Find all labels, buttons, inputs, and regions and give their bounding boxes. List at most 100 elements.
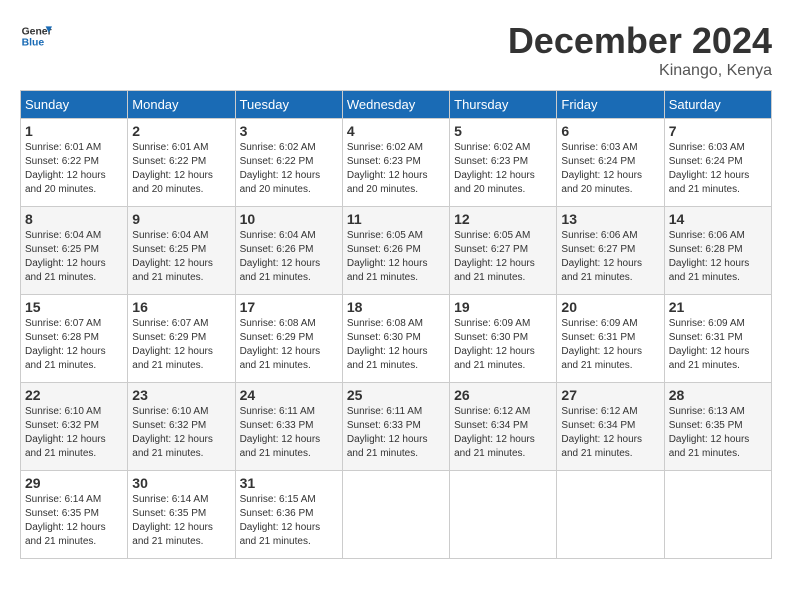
day-number: 14 xyxy=(669,211,767,227)
day-number: 19 xyxy=(454,299,552,315)
day-info: Sunrise: 6:04 AM Sunset: 6:26 PM Dayligh… xyxy=(240,229,338,285)
title-section: December 2024 Kinango, Kenya xyxy=(508,20,772,80)
day-of-week-header: Thursday xyxy=(450,91,557,119)
calendar-day-cell: 1 Sunrise: 6:01 AM Sunset: 6:22 PM Dayli… xyxy=(21,119,128,207)
calendar-day-cell xyxy=(342,471,449,559)
day-number: 6 xyxy=(561,123,659,139)
day-number: 1 xyxy=(25,123,123,139)
calendar-day-cell xyxy=(664,471,771,559)
day-number: 16 xyxy=(132,299,230,315)
day-info: Sunrise: 6:14 AM Sunset: 6:35 PM Dayligh… xyxy=(132,493,230,549)
day-number: 21 xyxy=(669,299,767,315)
day-info: Sunrise: 6:13 AM Sunset: 6:35 PM Dayligh… xyxy=(669,405,767,461)
day-info: Sunrise: 6:07 AM Sunset: 6:28 PM Dayligh… xyxy=(25,317,123,373)
calendar-day-cell: 26 Sunrise: 6:12 AM Sunset: 6:34 PM Dayl… xyxy=(450,383,557,471)
day-info: Sunrise: 6:09 AM Sunset: 6:31 PM Dayligh… xyxy=(561,317,659,373)
day-info: Sunrise: 6:11 AM Sunset: 6:33 PM Dayligh… xyxy=(347,405,445,461)
calendar-day-cell: 14 Sunrise: 6:06 AM Sunset: 6:28 PM Dayl… xyxy=(664,207,771,295)
day-number: 2 xyxy=(132,123,230,139)
day-number: 28 xyxy=(669,387,767,403)
calendar-day-cell: 27 Sunrise: 6:12 AM Sunset: 6:34 PM Dayl… xyxy=(557,383,664,471)
day-info: Sunrise: 6:01 AM Sunset: 6:22 PM Dayligh… xyxy=(132,141,230,197)
calendar-week-row: 22 Sunrise: 6:10 AM Sunset: 6:32 PM Dayl… xyxy=(21,383,772,471)
calendar-day-cell: 20 Sunrise: 6:09 AM Sunset: 6:31 PM Dayl… xyxy=(557,295,664,383)
day-number: 18 xyxy=(347,299,445,315)
calendar-week-row: 29 Sunrise: 6:14 AM Sunset: 6:35 PM Dayl… xyxy=(21,471,772,559)
day-of-week-header: Monday xyxy=(128,91,235,119)
day-info: Sunrise: 6:12 AM Sunset: 6:34 PM Dayligh… xyxy=(561,405,659,461)
day-number: 11 xyxy=(347,211,445,227)
calendar-day-cell: 17 Sunrise: 6:08 AM Sunset: 6:29 PM Dayl… xyxy=(235,295,342,383)
calendar-day-cell: 9 Sunrise: 6:04 AM Sunset: 6:25 PM Dayli… xyxy=(128,207,235,295)
calendar-day-cell: 10 Sunrise: 6:04 AM Sunset: 6:26 PM Dayl… xyxy=(235,207,342,295)
calendar-table: SundayMondayTuesdayWednesdayThursdayFrid… xyxy=(20,90,772,559)
day-info: Sunrise: 6:04 AM Sunset: 6:25 PM Dayligh… xyxy=(25,229,123,285)
day-info: Sunrise: 6:08 AM Sunset: 6:30 PM Dayligh… xyxy=(347,317,445,373)
svg-text:Blue: Blue xyxy=(22,38,45,49)
day-number: 13 xyxy=(561,211,659,227)
day-of-week-header: Saturday xyxy=(664,91,771,119)
day-number: 10 xyxy=(240,211,338,227)
calendar-day-cell: 13 Sunrise: 6:06 AM Sunset: 6:27 PM Dayl… xyxy=(557,207,664,295)
calendar-day-cell: 31 Sunrise: 6:15 AM Sunset: 6:36 PM Dayl… xyxy=(235,471,342,559)
calendar-day-cell: 21 Sunrise: 6:09 AM Sunset: 6:31 PM Dayl… xyxy=(664,295,771,383)
day-number: 12 xyxy=(454,211,552,227)
day-info: Sunrise: 6:06 AM Sunset: 6:27 PM Dayligh… xyxy=(561,229,659,285)
calendar-week-row: 1 Sunrise: 6:01 AM Sunset: 6:22 PM Dayli… xyxy=(21,119,772,207)
day-number: 15 xyxy=(25,299,123,315)
calendar-week-row: 15 Sunrise: 6:07 AM Sunset: 6:28 PM Dayl… xyxy=(21,295,772,383)
day-number: 4 xyxy=(347,123,445,139)
calendar-day-cell: 3 Sunrise: 6:02 AM Sunset: 6:22 PM Dayli… xyxy=(235,119,342,207)
calendar-day-cell: 6 Sunrise: 6:03 AM Sunset: 6:24 PM Dayli… xyxy=(557,119,664,207)
calendar-day-cell: 28 Sunrise: 6:13 AM Sunset: 6:35 PM Dayl… xyxy=(664,383,771,471)
day-info: Sunrise: 6:08 AM Sunset: 6:29 PM Dayligh… xyxy=(240,317,338,373)
day-info: Sunrise: 6:02 AM Sunset: 6:23 PM Dayligh… xyxy=(454,141,552,197)
day-info: Sunrise: 6:09 AM Sunset: 6:31 PM Dayligh… xyxy=(669,317,767,373)
day-info: Sunrise: 6:12 AM Sunset: 6:34 PM Dayligh… xyxy=(454,405,552,461)
calendar-week-row: 8 Sunrise: 6:04 AM Sunset: 6:25 PM Dayli… xyxy=(21,207,772,295)
day-number: 24 xyxy=(240,387,338,403)
calendar-day-cell: 19 Sunrise: 6:09 AM Sunset: 6:30 PM Dayl… xyxy=(450,295,557,383)
day-number: 27 xyxy=(561,387,659,403)
day-info: Sunrise: 6:01 AM Sunset: 6:22 PM Dayligh… xyxy=(25,141,123,197)
day-info: Sunrise: 6:05 AM Sunset: 6:26 PM Dayligh… xyxy=(347,229,445,285)
calendar-day-cell: 29 Sunrise: 6:14 AM Sunset: 6:35 PM Dayl… xyxy=(21,471,128,559)
calendar-day-cell: 15 Sunrise: 6:07 AM Sunset: 6:28 PM Dayl… xyxy=(21,295,128,383)
month-title: December 2024 xyxy=(508,20,772,62)
day-info: Sunrise: 6:14 AM Sunset: 6:35 PM Dayligh… xyxy=(25,493,123,549)
day-info: Sunrise: 6:09 AM Sunset: 6:30 PM Dayligh… xyxy=(454,317,552,373)
day-number: 9 xyxy=(132,211,230,227)
calendar-day-cell xyxy=(450,471,557,559)
day-info: Sunrise: 6:05 AM Sunset: 6:27 PM Dayligh… xyxy=(454,229,552,285)
day-number: 29 xyxy=(25,475,123,491)
page-header: General Blue December 2024 Kinango, Keny… xyxy=(20,20,772,80)
calendar-day-cell: 11 Sunrise: 6:05 AM Sunset: 6:26 PM Dayl… xyxy=(342,207,449,295)
calendar-day-cell: 25 Sunrise: 6:11 AM Sunset: 6:33 PM Dayl… xyxy=(342,383,449,471)
calendar-day-cell: 24 Sunrise: 6:11 AM Sunset: 6:33 PM Dayl… xyxy=(235,383,342,471)
day-info: Sunrise: 6:04 AM Sunset: 6:25 PM Dayligh… xyxy=(132,229,230,285)
calendar-day-cell: 5 Sunrise: 6:02 AM Sunset: 6:23 PM Dayli… xyxy=(450,119,557,207)
calendar-day-cell: 4 Sunrise: 6:02 AM Sunset: 6:23 PM Dayli… xyxy=(342,119,449,207)
day-info: Sunrise: 6:03 AM Sunset: 6:24 PM Dayligh… xyxy=(669,141,767,197)
day-number: 8 xyxy=(25,211,123,227)
day-number: 3 xyxy=(240,123,338,139)
day-info: Sunrise: 6:11 AM Sunset: 6:33 PM Dayligh… xyxy=(240,405,338,461)
calendar-day-cell: 12 Sunrise: 6:05 AM Sunset: 6:27 PM Dayl… xyxy=(450,207,557,295)
day-info: Sunrise: 6:06 AM Sunset: 6:28 PM Dayligh… xyxy=(669,229,767,285)
day-info: Sunrise: 6:03 AM Sunset: 6:24 PM Dayligh… xyxy=(561,141,659,197)
logo: General Blue xyxy=(20,20,52,52)
calendar-day-cell: 18 Sunrise: 6:08 AM Sunset: 6:30 PM Dayl… xyxy=(342,295,449,383)
day-number: 30 xyxy=(132,475,230,491)
day-info: Sunrise: 6:07 AM Sunset: 6:29 PM Dayligh… xyxy=(132,317,230,373)
day-info: Sunrise: 6:10 AM Sunset: 6:32 PM Dayligh… xyxy=(132,405,230,461)
day-number: 23 xyxy=(132,387,230,403)
calendar-day-cell: 23 Sunrise: 6:10 AM Sunset: 6:32 PM Dayl… xyxy=(128,383,235,471)
day-number: 17 xyxy=(240,299,338,315)
day-info: Sunrise: 6:10 AM Sunset: 6:32 PM Dayligh… xyxy=(25,405,123,461)
calendar-header-row: SundayMondayTuesdayWednesdayThursdayFrid… xyxy=(21,91,772,119)
day-number: 31 xyxy=(240,475,338,491)
day-number: 22 xyxy=(25,387,123,403)
day-number: 26 xyxy=(454,387,552,403)
day-of-week-header: Tuesday xyxy=(235,91,342,119)
calendar-day-cell: 30 Sunrise: 6:14 AM Sunset: 6:35 PM Dayl… xyxy=(128,471,235,559)
